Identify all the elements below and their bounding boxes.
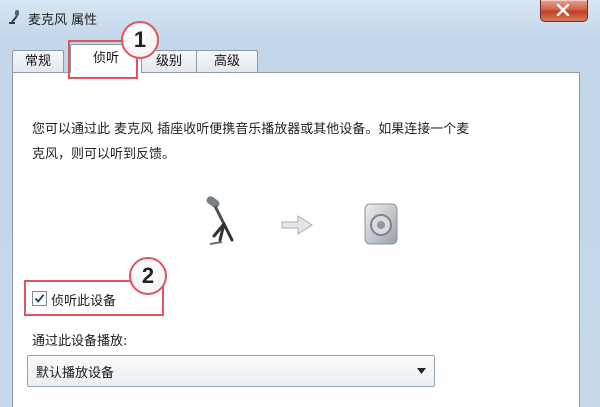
close-button[interactable]: [540, 0, 588, 22]
playback-device-value: 默认播放设备: [36, 366, 115, 381]
tab-advanced[interactable]: 高级: [196, 50, 258, 72]
microphone-stand-icon: [206, 196, 234, 245]
window-title: 麦克风 属性: [28, 13, 98, 28]
title-bar[interactable]: 麦克风 属性: [0, 0, 600, 36]
tab-general[interactable]: 常规: [12, 50, 64, 72]
chevron-down-icon: [417, 368, 426, 374]
annotation-number-1: 1: [121, 21, 159, 59]
microphone-icon: [9, 10, 19, 24]
playback-device-label: 通过此设备播放:: [32, 334, 128, 349]
playback-device-select[interactable]: 默认播放设备: [27, 355, 435, 387]
close-icon: [556, 4, 570, 16]
description-line: 克风，则可以听到反馈。: [32, 147, 176, 162]
tab-label: 常规: [24, 54, 51, 69]
speaker-icon: [364, 203, 398, 245]
properties-window: 麦克风 属性 常规 侦听 级别 高级 您可以通过此 麦克风 插座收听便携音乐播放…: [0, 0, 600, 407]
annotation-number-2: 2: [129, 257, 167, 295]
tab-label: 级别: [155, 54, 182, 69]
description-line: 您可以通过此 麦克风 插座收听便携音乐播放器或其他设备。如果连接一个麦: [32, 122, 470, 137]
tab-label: 高级: [213, 54, 240, 69]
arrow-right-icon: [281, 215, 313, 235]
listen-description: 您可以通过此 麦克风 插座收听便携音乐播放器或其他设备。如果连接一个麦 克风，则…: [32, 117, 552, 167]
